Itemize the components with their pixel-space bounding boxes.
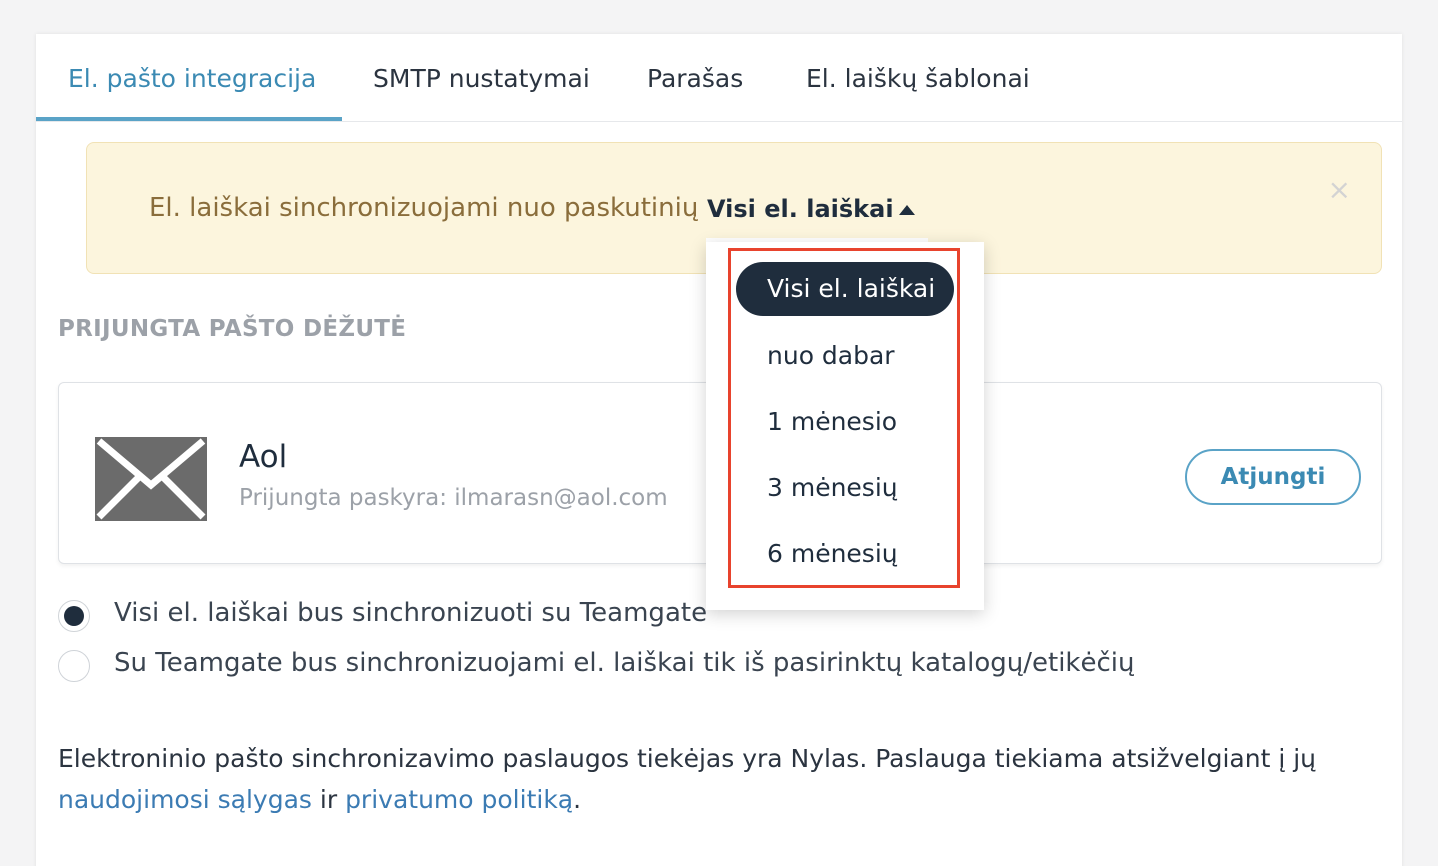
close-icon[interactable]: ×	[1328, 173, 1351, 206]
sync-period-dropdown: Visi el. laiškai nuo dabar 1 mėnesio 3 m…	[706, 242, 984, 610]
account-provider: Aol	[239, 439, 288, 475]
terms-link[interactable]: naudojimosi sąlygas	[58, 785, 312, 814]
envelope-icon	[95, 437, 207, 521]
sync-period-select[interactable]: Visi el. laiškai	[707, 195, 894, 223]
account-email: Prijungta paskyra: ilmarasn@aol.com	[239, 485, 668, 511]
tab-smtp-settings[interactable]: SMTP nustatymai	[373, 64, 590, 122]
section-title: PRIJUNGTA PAŠTO DĖŽUTĖ	[58, 316, 407, 342]
radio-button-checked[interactable]	[58, 600, 90, 632]
radio-label: Visi el. laiškai bus sinchronizuoti su T…	[114, 598, 708, 628]
radio-button[interactable]	[58, 650, 90, 682]
banner-text: El. laiškai sinchronizuojami nuo paskuti…	[149, 193, 699, 223]
caret-up-icon[interactable]	[899, 205, 915, 215]
privacy-link[interactable]: privatumo politiką	[345, 785, 573, 814]
radio-label: Su Teamgate bus sinchronizuojami el. lai…	[114, 648, 1135, 678]
dropdown-option-from-now[interactable]: nuo dabar	[736, 329, 954, 383]
notice-text: Elektroninio pašto sinchronizavimo pasla…	[58, 744, 1316, 773]
notice-text-end: .	[573, 785, 582, 814]
tab-email-templates[interactable]: El. laiškų šablonai	[806, 64, 1030, 122]
dropdown-option-3-months[interactable]: 3 mėnesių	[736, 461, 954, 515]
dropdown-option-all[interactable]: Visi el. laiškai	[736, 262, 954, 316]
tab-email-integration[interactable]: El. pašto integracija	[68, 64, 316, 122]
disconnect-button[interactable]: Atjungti	[1185, 449, 1361, 505]
tab-bar: El. pašto integracija SMTP nustatymai Pa…	[36, 34, 1402, 122]
tab-signature[interactable]: Parašas	[647, 64, 743, 122]
notice-text-mid: ir	[311, 785, 346, 814]
dropdown-option-1-month[interactable]: 1 mėnesio	[736, 395, 954, 449]
nylas-notice: Elektroninio pašto sinchronizavimo pasla…	[58, 738, 1378, 820]
dropdown-option-6-months[interactable]: 6 mėnesių	[736, 527, 954, 581]
active-tab-indicator	[36, 117, 342, 121]
